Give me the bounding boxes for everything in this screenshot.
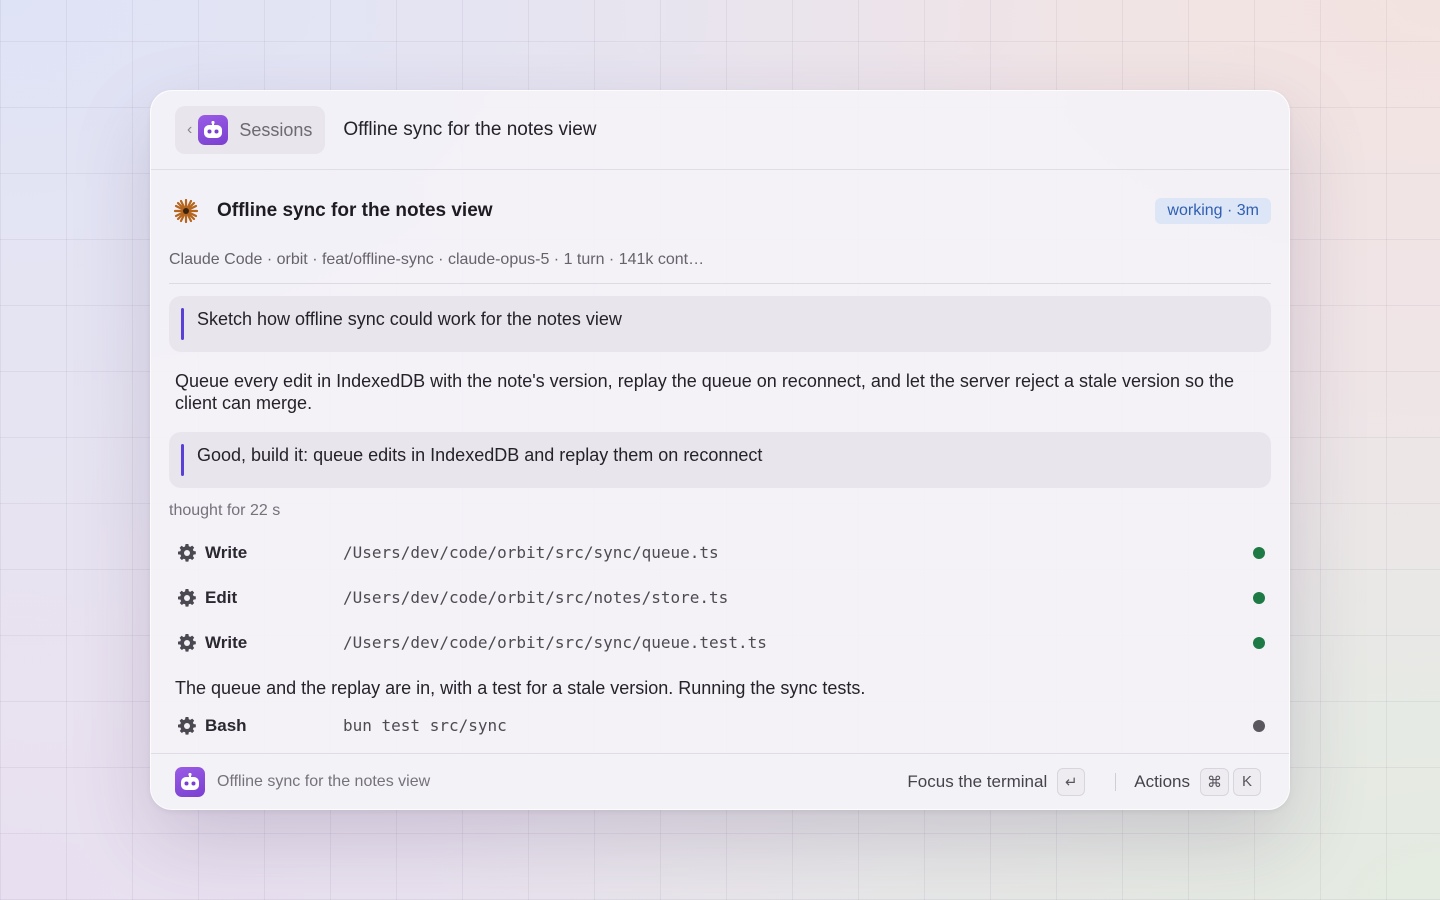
user-message: Good, build it: queue edits in IndexedDB… <box>169 432 1271 488</box>
gear-icon <box>178 543 196 562</box>
tool-row[interactable]: Bash bun test src/sync <box>169 703 1271 748</box>
gear-icon <box>178 716 196 735</box>
user-message-bar <box>181 444 184 476</box>
user-message-bar <box>181 308 184 340</box>
thought-duration: thought for 22 s <box>169 502 281 519</box>
footer-actions: Focus the terminal ↵ Actions ⌘ K <box>907 767 1261 796</box>
status-dot <box>1253 719 1265 732</box>
tool-row[interactable]: Write /Users/dev/code/orbit/src/sync/que… <box>169 530 1271 575</box>
user-message: Sketch how offline sync could work for t… <box>169 296 1271 352</box>
tool-name: Edit <box>205 587 238 607</box>
focus-terminal-button[interactable]: Focus the terminal <box>907 772 1047 792</box>
tool-path: /Users/dev/code/orbit/src/sync/queue.tes… <box>343 633 767 652</box>
footer-session-title: Offline sync for the notes view <box>217 772 431 790</box>
tool-name: Write <box>205 542 248 562</box>
session-content: Offline sync for the notes view working … <box>151 170 1289 748</box>
session-window: ‹ Sessions Offline sync for the notes vi… <box>150 90 1290 810</box>
status-dot <box>1253 591 1265 604</box>
user-message-text: Sketch how offline sync could work for t… <box>197 308 622 329</box>
back-to-sessions-button[interactable]: ‹ Sessions <box>175 106 326 154</box>
tool-path: /Users/dev/code/orbit/src/sync/queue.ts <box>343 543 719 562</box>
session-title: Offline sync for the notes view <box>217 200 493 221</box>
status-dot <box>1253 546 1265 559</box>
robot-app-icon <box>175 766 205 797</box>
tool-name: Bash <box>205 715 247 735</box>
tool-row[interactable]: Write /Users/dev/code/orbit/src/sync/que… <box>169 620 1271 665</box>
gear-icon <box>178 633 196 652</box>
status-badge: working · 3m <box>1155 198 1271 224</box>
divider <box>1115 772 1117 791</box>
actions-button[interactable]: Actions <box>1134 772 1190 792</box>
tool-path: /Users/dev/code/orbit/src/notes/store.ts <box>343 588 729 607</box>
status-dot <box>1253 636 1265 649</box>
user-message-text: Good, build it: queue edits in IndexedDB… <box>197 444 763 465</box>
claude-spark-icon <box>173 198 199 224</box>
command-key-hint: ⌘ <box>1200 767 1229 796</box>
session-meta: Claude Code · orbit · feat/offline-sync … <box>169 250 1271 284</box>
session-header: Offline sync for the notes view working … <box>169 170 1271 250</box>
gear-icon <box>178 588 196 607</box>
tool-row[interactable]: Edit /Users/dev/code/orbit/src/notes/sto… <box>169 575 1271 620</box>
chevron-left-icon: ‹ <box>187 121 193 138</box>
window-header: ‹ Sessions Offline sync for the notes vi… <box>151 91 1289 170</box>
sessions-label: Sessions <box>239 119 313 140</box>
robot-app-icon <box>198 115 229 145</box>
footer-bar: Offline sync for the notes view Focus th… <box>151 753 1289 809</box>
page-title: Offline sync for the notes view <box>343 119 597 140</box>
assistant-message: The queue and the replay are in, with a … <box>175 678 866 698</box>
k-key-hint: K <box>1233 767 1261 796</box>
enter-key-hint: ↵ <box>1057 767 1086 796</box>
assistant-message: Queue every edit in IndexedDB with the n… <box>175 371 1235 413</box>
tool-path: bun test src/sync <box>343 716 507 735</box>
tool-name: Write <box>205 632 248 652</box>
